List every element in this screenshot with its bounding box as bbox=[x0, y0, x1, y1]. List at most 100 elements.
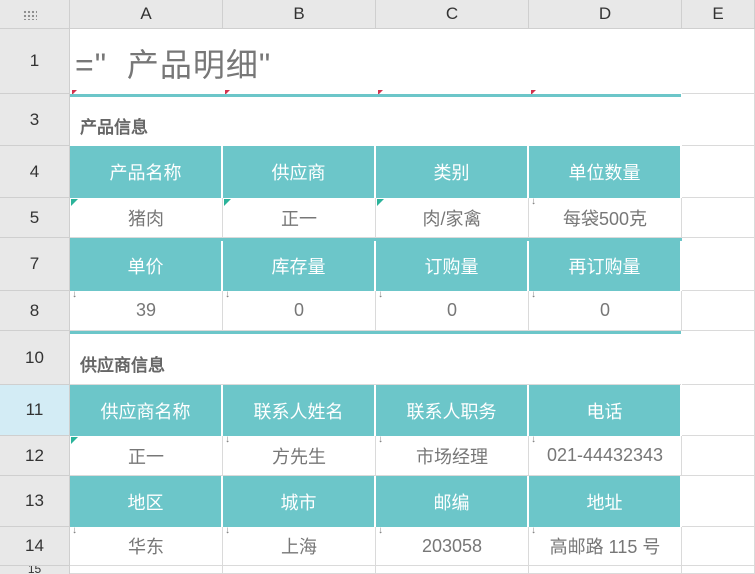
column-header-d[interactable]: D bbox=[529, 0, 682, 29]
row-header-7[interactable]: 7 bbox=[0, 238, 70, 291]
column-header-e[interactable]: E bbox=[682, 0, 755, 29]
header-city[interactable]: 城市 bbox=[223, 476, 376, 527]
column-header-b[interactable]: B bbox=[223, 0, 376, 29]
value-text: 方先生 bbox=[272, 446, 326, 467]
cell-e1[interactable] bbox=[682, 29, 755, 94]
row-header-15[interactable]: 15 bbox=[0, 566, 70, 574]
row-header-12[interactable]: 12 bbox=[0, 436, 70, 476]
cell-b15[interactable] bbox=[223, 566, 376, 574]
section-supplier-info[interactable]: 供应商信息 bbox=[70, 331, 681, 385]
header-supplier[interactable]: 供应商 bbox=[223, 146, 376, 198]
value-phone[interactable]: ↓ 021-44432343 bbox=[529, 434, 682, 476]
value-text: 上海 bbox=[281, 537, 317, 557]
down-arrow-icon: ↓ bbox=[225, 289, 230, 300]
cell-e5[interactable] bbox=[682, 198, 755, 238]
data-flag-icon bbox=[71, 199, 78, 206]
value-text: 0 bbox=[446, 300, 457, 320]
value-contact-name[interactable]: ↓ 方先生 bbox=[223, 434, 376, 476]
data-flag-icon bbox=[71, 437, 78, 444]
down-arrow-icon: ↓ bbox=[225, 434, 230, 445]
down-arrow-icon: ↓ bbox=[531, 196, 536, 207]
value-supplier-name[interactable]: 正一 bbox=[70, 436, 223, 476]
value-unit-quantity[interactable]: ↓ 每袋500克 bbox=[529, 196, 682, 238]
grid-icon bbox=[23, 10, 37, 20]
row-header-5[interactable]: 5 bbox=[0, 198, 70, 238]
value-category[interactable]: 肉/家禽 bbox=[376, 198, 529, 238]
cell-e13[interactable] bbox=[682, 476, 755, 527]
down-arrow-icon: ↓ bbox=[531, 434, 536, 445]
header-supplier-name[interactable]: 供应商名称 bbox=[70, 385, 223, 436]
row-header-10[interactable]: 10 bbox=[0, 331, 70, 385]
value-stock[interactable]: ↓ 0 bbox=[223, 289, 376, 331]
value-unit-price[interactable]: ↓ 39 bbox=[70, 289, 223, 331]
column-header-c[interactable]: C bbox=[376, 0, 529, 29]
cell-e14[interactable] bbox=[682, 527, 755, 566]
down-arrow-icon: ↓ bbox=[531, 525, 536, 536]
row-header-11[interactable]: 11 bbox=[0, 385, 70, 436]
value-text: 021-44432343 bbox=[546, 445, 664, 465]
cell-c15[interactable] bbox=[376, 566, 529, 574]
header-postal-code[interactable]: 邮编 bbox=[376, 476, 529, 527]
down-arrow-icon: ↓ bbox=[72, 289, 77, 300]
down-arrow-icon: ↓ bbox=[378, 525, 383, 536]
row-header-4[interactable]: 4 bbox=[0, 146, 70, 198]
value-text: 肉/家禽 bbox=[422, 208, 482, 229]
data-flag-icon bbox=[377, 199, 384, 206]
value-text: 猪肉 bbox=[128, 208, 164, 229]
header-region[interactable]: 地区 bbox=[70, 476, 223, 527]
cell-e15[interactable] bbox=[682, 566, 755, 574]
cell-e12[interactable] bbox=[682, 436, 755, 476]
down-arrow-icon: ↓ bbox=[225, 525, 230, 536]
down-arrow-icon: ↓ bbox=[531, 289, 536, 300]
row-header-14[interactable]: 14 bbox=[0, 527, 70, 566]
header-unit-price[interactable]: 单价 bbox=[70, 241, 223, 291]
value-reorder-level[interactable]: ↓ 0 bbox=[529, 289, 682, 331]
header-unit-quantity[interactable]: 单位数量 bbox=[529, 146, 682, 198]
value-text: 39 bbox=[135, 300, 157, 320]
page-title: =" 产品明细" bbox=[75, 47, 272, 83]
header-address[interactable]: 地址 bbox=[529, 476, 682, 527]
value-on-order[interactable]: ↓ 0 bbox=[376, 289, 529, 331]
column-header-a[interactable]: A bbox=[70, 0, 223, 29]
header-contact-title[interactable]: 联系人职务 bbox=[376, 385, 529, 436]
row-header-8[interactable]: 8 bbox=[0, 291, 70, 331]
value-text: 每袋500克 bbox=[562, 208, 648, 229]
cell-e11[interactable] bbox=[682, 385, 755, 436]
row-header-1[interactable]: 1 bbox=[0, 29, 70, 94]
cell-a15[interactable] bbox=[70, 566, 223, 574]
value-text: 0 bbox=[293, 300, 304, 320]
value-text: 0 bbox=[599, 300, 610, 320]
value-text: 正一 bbox=[281, 208, 317, 229]
section-product-info[interactable]: 产品信息 bbox=[70, 94, 681, 146]
row-header-13[interactable]: 13 bbox=[0, 476, 70, 527]
cell-e3[interactable] bbox=[682, 94, 755, 146]
value-product-name[interactable]: 猪肉 bbox=[70, 198, 223, 238]
select-all-corner[interactable] bbox=[0, 0, 70, 29]
header-phone[interactable]: 电话 bbox=[529, 385, 682, 436]
value-address[interactable]: ↓ 高邮路 115 号 bbox=[529, 525, 682, 566]
value-postal-code[interactable]: ↓ 203058 bbox=[376, 525, 529, 566]
header-product-name[interactable]: 产品名称 bbox=[70, 146, 223, 198]
value-city[interactable]: ↓ 上海 bbox=[223, 525, 376, 566]
header-stock[interactable]: 库存量 bbox=[223, 241, 376, 291]
down-arrow-icon: ↓ bbox=[378, 434, 383, 445]
section-product-label: 产品信息 bbox=[80, 118, 148, 137]
value-region[interactable]: ↓ 华东 bbox=[70, 526, 223, 566]
cell-e10[interactable] bbox=[682, 331, 755, 385]
value-supplier[interactable]: 正一 bbox=[223, 198, 376, 238]
row-header-3[interactable]: 3 bbox=[0, 94, 70, 146]
down-arrow-icon: ↓ bbox=[378, 289, 383, 300]
value-text: 203058 bbox=[421, 535, 483, 556]
cell-d15[interactable] bbox=[529, 566, 682, 574]
header-on-order[interactable]: 订购量 bbox=[376, 241, 529, 291]
value-text: 市场经理 bbox=[416, 446, 488, 467]
data-flag-icon bbox=[224, 199, 231, 206]
value-text: 高邮路 115 号 bbox=[549, 537, 661, 557]
value-contact-title[interactable]: ↓ 市场经理 bbox=[376, 434, 529, 476]
cell-e4[interactable] bbox=[682, 146, 755, 198]
header-reorder-level[interactable]: 再订购量 bbox=[529, 241, 682, 291]
header-contact-name[interactable]: 联系人姓名 bbox=[223, 385, 376, 436]
header-category[interactable]: 类别 bbox=[376, 146, 529, 198]
cell-e8[interactable] bbox=[682, 291, 755, 331]
cell-e7[interactable] bbox=[682, 238, 755, 291]
